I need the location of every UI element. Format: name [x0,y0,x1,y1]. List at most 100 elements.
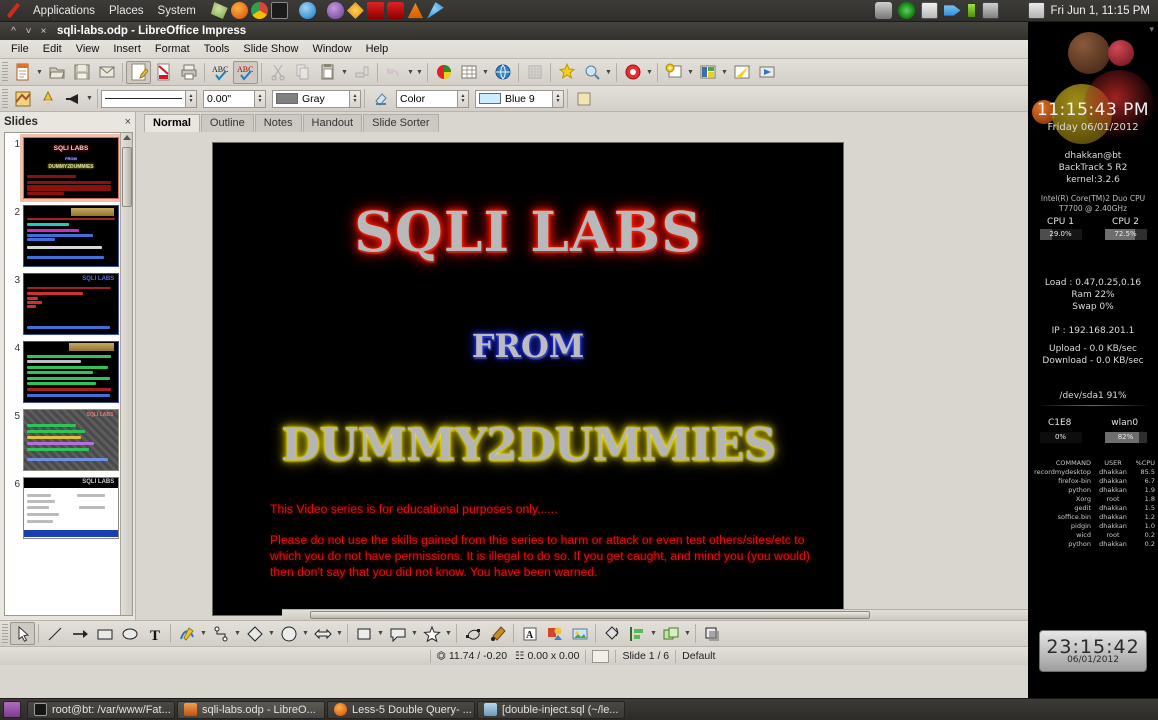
flowchart-icon[interactable] [351,622,376,645]
taskbar-item-impress[interactable]: sqli-labs.odp - LibreO... [177,700,325,719]
connector-dropdown-caret[interactable]: ▼ [233,622,242,645]
menu-slideshow[interactable]: Slide Show [236,40,305,59]
camera-icon[interactable] [874,2,892,19]
tab-notes[interactable]: Notes [254,114,302,132]
arrow-line-icon[interactable] [67,622,92,645]
symbol-shapes-icon[interactable] [276,622,301,645]
show-desktop-icon[interactable] [3,701,21,718]
area-fill-combo[interactable]: Blue 9 [475,89,553,108]
block-arrows-dropdown-caret[interactable]: ▼ [335,622,344,645]
export-pdf-icon[interactable] [151,61,176,84]
network-wireless-icon[interactable] [897,2,915,19]
nautilus-icon[interactable] [943,5,961,16]
slide-layout-icon[interactable] [695,61,720,84]
tab-normal[interactable]: Normal [144,114,200,132]
maximize-button[interactable]: ˅ [21,26,36,37]
clone-formatting-icon[interactable] [349,61,374,84]
zoom-dropdown-caret[interactable]: ▼ [604,61,613,84]
help-icon[interactable] [620,61,645,84]
gallery-icon[interactable] [554,61,579,84]
flowchart-dropdown-caret[interactable]: ▼ [376,622,385,645]
taskbar-item-firefox[interactable]: Less-5 Double Query- ... [327,700,475,719]
chrome-icon[interactable] [250,2,268,19]
new-slide-dropdown-caret[interactable]: ▼ [686,61,695,84]
adobe-reader-icon[interactable] [366,2,384,19]
taskbar-item-gedit[interactable]: [double-inject.sql (~/le... [477,700,625,719]
slides-scroll-thumb[interactable] [122,147,132,207]
edit-file-icon[interactable] [126,60,151,84]
line-width-spinner[interactable]: ▲ ▼ [255,89,266,108]
ellipse-icon[interactable] [117,622,142,645]
start-slideshow-icon[interactable] [754,61,779,84]
slide-title[interactable]: SQLI LABS [213,199,843,264]
table-dropdown-caret[interactable]: ▼ [481,61,490,84]
autospellcheck-icon[interactable]: ABC [233,60,258,84]
paste-dropdown-caret[interactable]: ▼ [340,61,349,84]
slide-thumbnail-3[interactable]: 3 SQLI LABS [7,273,120,335]
menu-tools[interactable]: Tools [197,40,237,59]
mail-icon[interactable] [1027,2,1045,19]
backtrack-logo-icon[interactable] [2,1,26,21]
menu-format[interactable]: Format [148,40,197,59]
menu-applications[interactable]: Applications [26,0,102,22]
tab-handout[interactable]: Handout [302,114,363,132]
menu-file[interactable]: File [4,40,36,59]
line-color-spinner[interactable]: ▲ ▼ [350,89,361,108]
email-document-icon[interactable] [94,61,119,84]
callouts-icon[interactable] [385,622,410,645]
points-icon[interactable] [460,622,485,645]
line-color-combo[interactable]: Gray [272,89,350,108]
arrange-dropdown-caret[interactable]: ▼ [683,622,692,645]
curve-icon[interactable] [174,622,199,645]
basic-shapes-icon[interactable] [242,622,267,645]
line-style-spinner[interactable]: ▲ ▼ [186,89,197,108]
copy-icon[interactable] [290,61,315,84]
area-fill-spinner[interactable]: ▲ ▼ [553,89,564,108]
line-icon[interactable] [42,622,67,645]
tab-slide-sorter[interactable]: Slide Sorter [363,114,439,132]
menu-view[interactable]: View [69,40,107,59]
zoom-icon[interactable] [579,61,604,84]
close-button[interactable]: × [36,26,51,37]
slide-thumbnail-1[interactable]: 1 SQLI LABS FROM DUMMY2DUMMIES [7,134,122,202]
slide-thumbnail-4[interactable]: 4 [7,341,120,403]
panel-clock[interactable]: Fri Jun 1, 11:15 PM [1051,5,1151,17]
new-document-icon[interactable] [10,61,35,84]
glue-points-icon[interactable] [485,622,510,645]
slides-scrollbar[interactable] [120,133,132,615]
slide-thumbnail-6[interactable]: 6 SQLI LABS [7,477,120,539]
line-style-combo[interactable] [101,89,186,108]
tab-outline[interactable]: Outline [200,114,254,132]
callouts-dropdown-caret[interactable]: ▼ [410,622,419,645]
stars-dropdown-caret[interactable]: ▼ [444,622,453,645]
slide-canvas[interactable]: SQLI LABS FROM DUMMY2DUMMIES This Video … [212,142,844,616]
battery-icon[interactable] [966,3,976,18]
slide-thumbnail-2[interactable]: 2 [7,205,120,267]
menu-window[interactable]: Window [305,40,358,59]
from-file-icon[interactable] [542,622,567,645]
window-icon[interactable] [920,2,938,19]
text-icon[interactable]: T [142,622,167,645]
stars-icon[interactable] [419,622,444,645]
area-style-icon[interactable] [368,87,393,110]
save-icon[interactable] [69,61,94,84]
undo-dropdown-caret[interactable]: ▼ [406,61,415,84]
vlc-icon[interactable] [407,2,424,19]
toolbar-grip[interactable] [2,623,8,644]
symbol-shapes-dropdown-caret[interactable]: ▼ [301,622,310,645]
redo-dropdown-caret[interactable]: ▼ [415,61,424,84]
slide-design-icon[interactable] [729,61,754,84]
chart-icon[interactable] [431,61,456,84]
slide-body[interactable]: This Video series is for educational pur… [270,501,811,580]
area-style-combo[interactable]: Color [396,89,458,108]
new-slide-icon[interactable] [661,61,686,84]
alignment-dropdown-caret[interactable]: ▼ [649,622,658,645]
hyperlink-icon[interactable] [490,61,515,84]
slides-pane-close-icon[interactable]: × [125,116,131,128]
menu-help[interactable]: Help [359,40,396,59]
line-style-icon[interactable] [10,87,35,110]
editor-horizontal-scrollbar[interactable] [282,609,1069,620]
volume-icon[interactable] [1005,2,1022,19]
open-icon[interactable] [44,61,69,84]
menu-places[interactable]: Places [102,0,151,22]
